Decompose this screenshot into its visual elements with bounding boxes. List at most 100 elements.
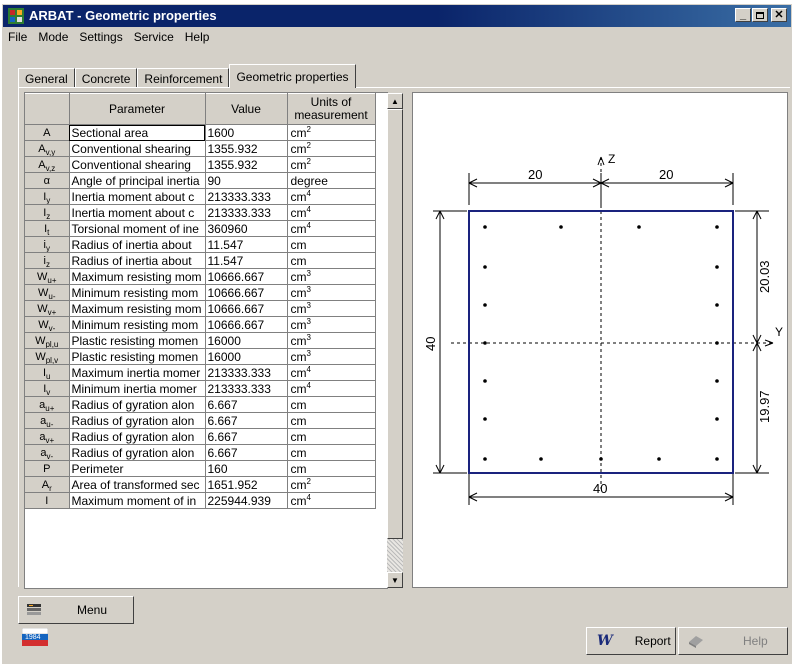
parameter-cell[interactable]: Perimeter bbox=[69, 460, 206, 477]
parameter-cell[interactable]: Plastic resisting momen bbox=[69, 332, 206, 349]
parameter-cell[interactable]: Maximum inertia momer bbox=[69, 364, 206, 381]
value-cell[interactable]: 6.667 bbox=[205, 428, 288, 445]
parameter-cell[interactable]: Torsional moment of ine bbox=[69, 220, 206, 237]
parameter-cell[interactable]: Radius of gyration alon bbox=[69, 412, 206, 429]
parameter-cell[interactable]: Conventional shearing bbox=[69, 156, 206, 173]
menu-file[interactable]: File bbox=[3, 30, 33, 44]
parameter-cell[interactable]: Radius of gyration alon bbox=[69, 428, 206, 445]
parameter-cell[interactable]: Inertia moment about c bbox=[69, 188, 206, 205]
value-cell[interactable]: 1355.932 bbox=[205, 140, 288, 157]
parameter-cell[interactable]: Minimum resisting mom bbox=[69, 316, 206, 333]
scroll-up-button[interactable]: ▲ bbox=[387, 93, 403, 109]
value-cell[interactable]: 6.667 bbox=[205, 396, 288, 413]
scroll-thumb[interactable] bbox=[387, 109, 403, 539]
value-cell[interactable]: 1651.952 bbox=[205, 476, 288, 493]
value-cell[interactable]: 213333.333 bbox=[205, 204, 288, 221]
value-cell[interactable]: 16000 bbox=[205, 332, 288, 349]
value-cell[interactable]: 10666.667 bbox=[205, 300, 288, 317]
table-row[interactable]: I Maximum moment of in 225944.939 cm4 bbox=[25, 492, 376, 509]
parameter-cell[interactable]: Radius of inertia about bbox=[69, 252, 206, 269]
unit-cell: cm bbox=[287, 460, 376, 477]
minimize-button[interactable]: _ bbox=[735, 8, 751, 22]
parameter-cell[interactable]: Conventional shearing bbox=[69, 140, 206, 157]
table-row[interactable]: Iv Minimum inertia momer 213333.333 cm4 bbox=[25, 380, 376, 397]
value-cell[interactable]: 360960 bbox=[205, 220, 288, 237]
title-bar[interactable]: ARBAT - Geometric properties _ ✕ bbox=[3, 5, 791, 27]
value-cell[interactable]: 11.547 bbox=[205, 236, 288, 253]
parameter-cell[interactable]: Radius of gyration alon bbox=[69, 396, 206, 413]
value-cell[interactable]: 1355.932 bbox=[205, 156, 288, 173]
value-cell[interactable]: 213333.333 bbox=[205, 364, 288, 381]
tab-general[interactable]: General bbox=[18, 68, 75, 88]
unit-main: cm bbox=[290, 221, 307, 236]
parameter-cell[interactable]: Radius of gyration alon bbox=[69, 444, 206, 461]
value-cell[interactable]: 10666.667 bbox=[205, 316, 288, 333]
parameter-cell[interactable]: Inertia moment about c bbox=[69, 204, 206, 221]
menu-button[interactable]: Menu bbox=[18, 596, 134, 624]
value-cell[interactable]: 225944.939 bbox=[205, 492, 288, 509]
table-row[interactable]: Wv- Minimum resisting mom 10666.667 cm3 bbox=[25, 316, 376, 333]
table-row[interactable]: av- Radius of gyration alon 6.667 cm bbox=[25, 444, 376, 461]
value-cell[interactable]: 6.667 bbox=[205, 412, 288, 429]
properties-grid[interactable]: Parameter Value Units of measurement A Se… bbox=[24, 92, 388, 589]
value-cell[interactable]: 6.667 bbox=[205, 444, 288, 461]
value-cell[interactable]: 10666.667 bbox=[205, 284, 288, 301]
table-row[interactable]: au- Radius of gyration alon 6.667 cm bbox=[25, 412, 376, 429]
table-row[interactable]: Wpl,v Plastic resisting momen 16000 cm3 bbox=[25, 348, 376, 365]
table-row[interactable]: Ar Area of transformed sec 1651.952 cm2 bbox=[25, 476, 376, 493]
table-row[interactable]: Iz Inertia moment about c 213333.333 cm4 bbox=[25, 204, 376, 221]
report-button[interactable]: W Report bbox=[586, 627, 676, 655]
table-row[interactable]: Wu+ Maximum resisting mom 10666.667 cm3 bbox=[25, 268, 376, 285]
value-cell[interactable]: 90 bbox=[205, 172, 288, 189]
table-row[interactable]: Av,z Conventional shearing 1355.932 cm2 bbox=[25, 156, 376, 173]
unit-cell: cm4 bbox=[287, 380, 376, 397]
table-row[interactable]: Av,y Conventional shearing 1355.932 cm2 bbox=[25, 140, 376, 157]
table-row[interactable]: Wv+ Maximum resisting mom 10666.667 cm3 bbox=[25, 300, 376, 317]
parameter-cell[interactable]: Plastic resisting momen bbox=[69, 348, 206, 365]
table-row[interactable]: iz Radius of inertia about 11.547 cm bbox=[25, 252, 376, 269]
value-cell[interactable]: 16000 bbox=[205, 348, 288, 365]
value-cell[interactable]: 213333.333 bbox=[205, 380, 288, 397]
parameter-cell[interactable]: Maximum moment of in bbox=[69, 492, 206, 509]
table-row[interactable]: Wpl,u Plastic resisting momen 16000 cm3 bbox=[25, 332, 376, 349]
table-row[interactable]: Iu Maximum inertia momer 213333.333 cm4 bbox=[25, 364, 376, 381]
menu-service[interactable]: Service bbox=[129, 30, 180, 44]
value-cell[interactable]: 160 bbox=[205, 460, 288, 477]
value-cell[interactable]: 11.547 bbox=[205, 252, 288, 269]
table-row[interactable]: P Perimeter 160 cm bbox=[25, 460, 376, 477]
rebar-point bbox=[483, 265, 487, 269]
tab-concrete[interactable]: Concrete bbox=[74, 68, 138, 88]
table-row[interactable]: A Sectional area 1600 cm2 bbox=[25, 124, 376, 141]
parameter-cell[interactable]: Maximum resisting mom bbox=[69, 268, 206, 285]
parameter-cell[interactable]: Minimum resisting mom bbox=[69, 284, 206, 301]
close-button[interactable]: ✕ bbox=[771, 8, 787, 22]
parameter-cell[interactable]: Maximum resisting mom bbox=[69, 300, 206, 317]
scroll-down-button[interactable]: ▼ bbox=[387, 572, 403, 588]
value-cell[interactable]: 213333.333 bbox=[205, 188, 288, 205]
parameter-cell[interactable]: Angle of principal inertia bbox=[69, 172, 206, 189]
menu-settings[interactable]: Settings bbox=[74, 30, 128, 44]
maximize-button[interactable] bbox=[752, 8, 768, 22]
table-row[interactable]: iy Radius of inertia about 11.547 cm bbox=[25, 236, 376, 253]
grid-scrollbar[interactable]: ▲ ▼ bbox=[387, 93, 403, 588]
value-cell[interactable]: 10666.667 bbox=[205, 268, 288, 285]
table-row[interactable]: av+ Radius of gyration alon 6.667 cm bbox=[25, 428, 376, 445]
help-button[interactable]: Help bbox=[678, 627, 788, 655]
table-row[interactable]: Iy Inertia moment about c 213333.333 cm4 bbox=[25, 188, 376, 205]
table-row[interactable]: au+ Radius of gyration alon 6.667 cm bbox=[25, 396, 376, 413]
parameter-cell[interactable]: Minimum inertia momer bbox=[69, 380, 206, 397]
parameter-cell[interactable]: Radius of inertia about bbox=[69, 236, 206, 253]
parameter-cell[interactable]: Sectional area bbox=[69, 124, 206, 141]
table-row[interactable]: α Angle of principal inertia 90 degree bbox=[25, 172, 376, 189]
unit-main: cm bbox=[290, 141, 307, 156]
symbol-main: W bbox=[35, 334, 46, 347]
parameter-cell[interactable]: Area of transformed sec bbox=[69, 476, 206, 493]
tab-geometric-properties[interactable]: Geometric properties bbox=[229, 64, 356, 88]
menu-help[interactable]: Help bbox=[180, 30, 216, 44]
menu-mode[interactable]: Mode bbox=[33, 30, 74, 44]
table-row[interactable]: Wu- Minimum resisting mom 10666.667 cm3 bbox=[25, 284, 376, 301]
value-cell[interactable]: 1600 bbox=[205, 124, 288, 141]
tab-reinforcement[interactable]: Reinforcement bbox=[137, 68, 230, 88]
table-row[interactable]: It Torsional moment of ine 360960 cm4 bbox=[25, 220, 376, 237]
scroll-track[interactable] bbox=[387, 539, 403, 572]
